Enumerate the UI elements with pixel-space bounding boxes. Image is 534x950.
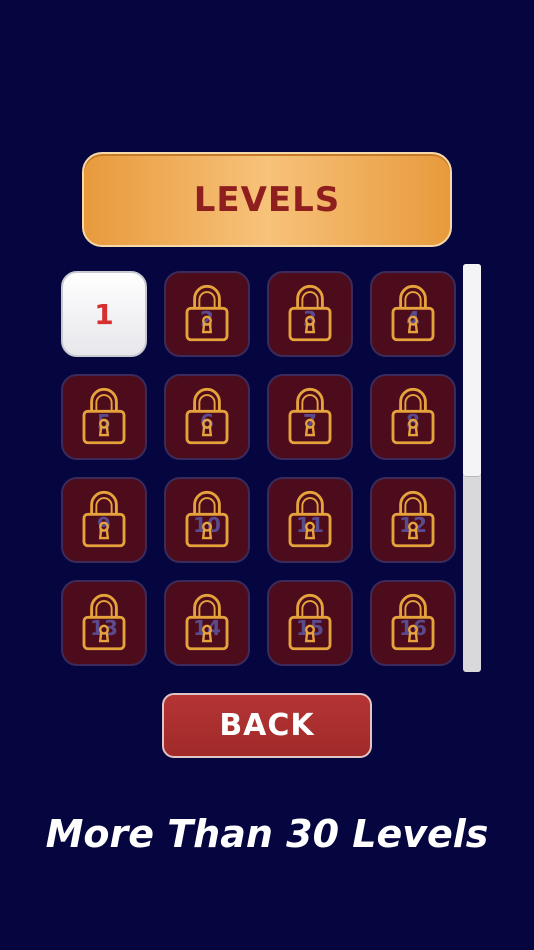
level-tile-4[interactable]: 4 [370,271,456,357]
level-tile-9[interactable]: 9 [61,477,147,563]
padlock-icon [185,387,229,445]
level-tile-13[interactable]: 13 [61,580,147,666]
padlock-icon [288,387,332,445]
level-tile-10[interactable]: 10 [164,477,250,563]
back-button[interactable]: BACK [162,693,372,758]
level-grid: 1 2 3 4 5 6 7 8 9 10 11 12 13 14 15 16 [61,271,456,666]
padlock-icon [185,490,229,548]
level-tile-11[interactable]: 11 [267,477,353,563]
level-tile-15[interactable]: 15 [267,580,353,666]
levels-title-banner: LEVELS [82,152,452,247]
level-tile-8[interactable]: 8 [370,374,456,460]
padlock-icon [82,490,126,548]
level-tile-6[interactable]: 6 [164,374,250,460]
padlock-icon [391,593,435,651]
padlock-icon [185,284,229,342]
padlock-icon [82,593,126,651]
padlock-icon [185,593,229,651]
back-button-label: BACK [219,708,315,743]
page-title: LEVELS [193,179,341,220]
level-tile-12[interactable]: 12 [370,477,456,563]
level-tile-16[interactable]: 16 [370,580,456,666]
padlock-icon [82,387,126,445]
level-tile-1[interactable]: 1 [61,271,147,357]
level-number: 1 [94,297,114,331]
padlock-icon [391,284,435,342]
level-tile-14[interactable]: 14 [164,580,250,666]
padlock-icon [391,387,435,445]
level-tile-3[interactable]: 3 [267,271,353,357]
level-tile-2[interactable]: 2 [164,271,250,357]
padlock-icon [391,490,435,548]
padlock-icon [288,284,332,342]
scrollbar-thumb[interactable] [463,264,481,476]
padlock-icon [288,593,332,651]
padlock-icon [288,490,332,548]
level-tile-7[interactable]: 7 [267,374,353,460]
level-tile-5[interactable]: 5 [61,374,147,460]
footer-tagline: More Than 30 Levels [45,812,489,856]
